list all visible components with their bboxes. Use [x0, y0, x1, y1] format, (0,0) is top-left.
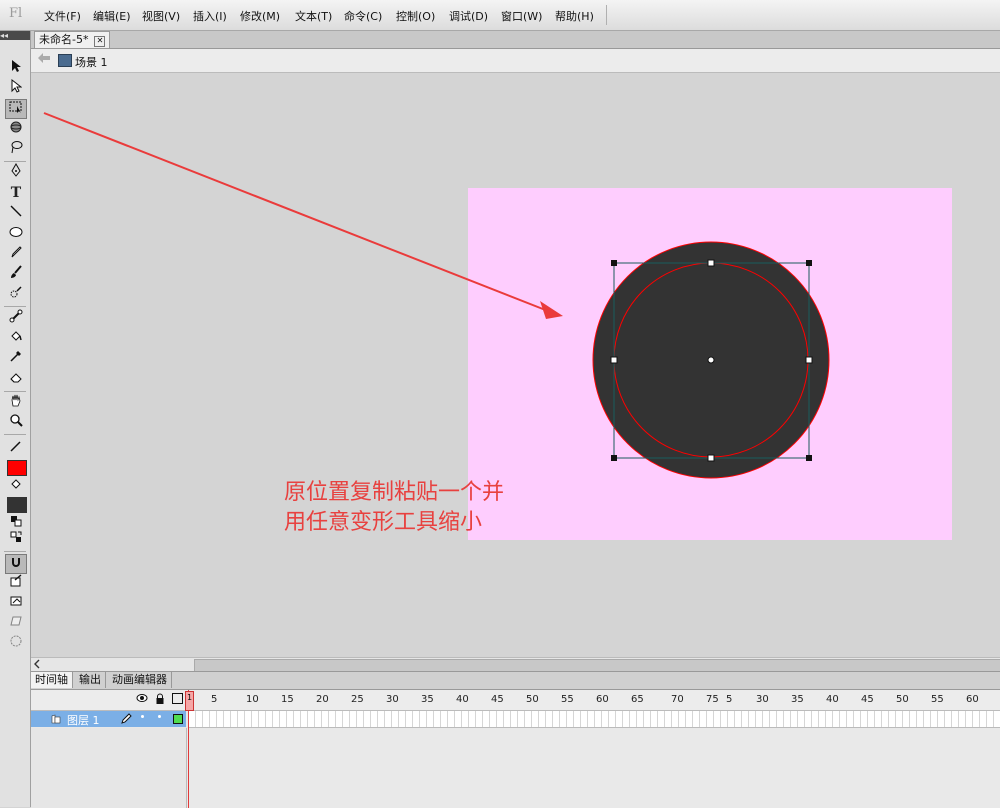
- layer-icon: [51, 714, 61, 727]
- layer-row[interactable]: 图层 1: [31, 711, 186, 727]
- transform-handle-bottom-left[interactable]: [611, 455, 617, 461]
- frame-number: 45: [861, 694, 874, 705]
- outline-all-icon[interactable]: [172, 693, 183, 704]
- frame-number: 10: [246, 694, 259, 705]
- edit-layer-pencil-icon: [120, 713, 132, 728]
- annotation-line-1: 原位置复制粘贴一个并: [284, 480, 505, 505]
- transform-center-point[interactable]: [707, 356, 715, 364]
- frame-number: 5: [726, 694, 733, 705]
- frame-number: 30: [386, 694, 399, 705]
- horizontal-scrollbar[interactable]: [31, 657, 1000, 672]
- frame-number: 75: [706, 694, 719, 705]
- frame-number: 55: [561, 694, 574, 705]
- lock-all-icon[interactable]: [155, 693, 165, 708]
- frame-number: 20: [316, 694, 329, 705]
- transform-handle-top-right[interactable]: [806, 260, 812, 266]
- frame-number: 25: [351, 694, 364, 705]
- annotation-line-2: 用任意变形工具缩小: [284, 510, 483, 535]
- transform-handle-left[interactable]: [610, 356, 618, 364]
- annotation-arrow-head: [540, 301, 563, 319]
- frame-number: 5: [211, 694, 218, 705]
- frame-number: 50: [896, 694, 909, 705]
- layer-lock-dot[interactable]: [158, 715, 161, 718]
- show-hide-all-icon[interactable]: [136, 693, 148, 706]
- tab-motion-editor[interactable]: 动画编辑器: [108, 672, 172, 688]
- frame-number: 50: [526, 694, 539, 705]
- frame-number: 70: [671, 694, 684, 705]
- timeline-tabs: 时间轴 输出 动画编辑器: [31, 672, 1000, 690]
- frame-number: 65: [631, 694, 644, 705]
- timeline-header: 5 10 15 20 25 30 35 40 45 50 55 60 65 70 75 5 30 35 40 45 50…: [31, 690, 1000, 711]
- layer-visibility-dot[interactable]: [141, 715, 144, 718]
- frame-number: 35: [421, 694, 434, 705]
- layer-list-empty: [31, 728, 187, 808]
- frame-number: 40: [456, 694, 469, 705]
- playhead-frame-marker[interactable]: 1: [185, 691, 194, 711]
- frame-number: 55: [931, 694, 944, 705]
- tab-timeline[interactable]: 时间轴: [31, 672, 73, 688]
- timeline-panel: 时间轴 输出 动画编辑器 5 10 15 20 25 30 35 40 45 50 55 60 65 70…: [31, 671, 1000, 808]
- frame-number: 60: [596, 694, 609, 705]
- tab-output[interactable]: 输出: [75, 672, 106, 688]
- transform-handle-bottom[interactable]: [707, 454, 715, 462]
- annotation-text: 原位置复制粘贴一个并 用任意变形工具缩小: [284, 478, 584, 538]
- layer-frames[interactable]: [189, 711, 1000, 728]
- layer-name[interactable]: 图层 1: [67, 712, 100, 728]
- annotation-arrow-line: [43, 112, 549, 312]
- frame-number: 35: [791, 694, 804, 705]
- transform-handle-right[interactable]: [805, 356, 813, 364]
- frame-number: 45: [491, 694, 504, 705]
- transform-handle-top[interactable]: [707, 259, 715, 267]
- frame-number: 40: [826, 694, 839, 705]
- layer-outline-color[interactable]: [173, 714, 183, 724]
- frame-number: 15: [281, 694, 294, 705]
- transform-handle-top-left[interactable]: [611, 260, 617, 266]
- frame-number: 60: [966, 694, 979, 705]
- transform-handle-bottom-right[interactable]: [806, 455, 812, 461]
- frame-number: 30: [756, 694, 769, 705]
